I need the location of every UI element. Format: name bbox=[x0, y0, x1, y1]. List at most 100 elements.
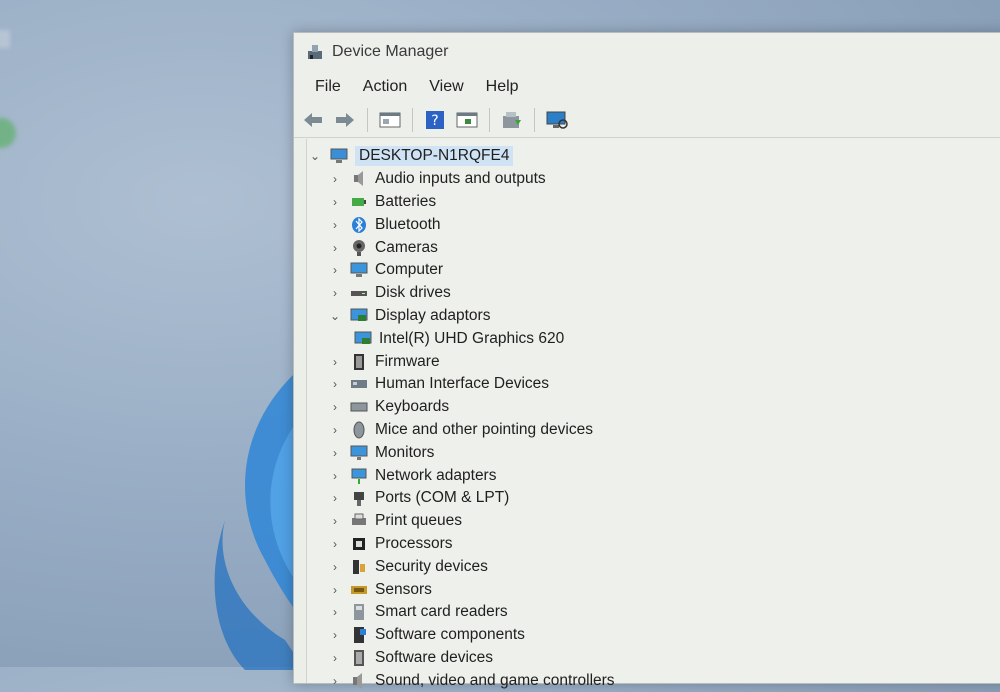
tree-category[interactable]: ⌄ Display adaptors bbox=[307, 305, 1000, 328]
tree-item-label: Security devices bbox=[375, 557, 488, 575]
window-title: Device Manager bbox=[332, 43, 449, 60]
tree-category[interactable]: › Sensors bbox=[307, 578, 1000, 601]
monitor-icon bbox=[349, 444, 369, 462]
device-manager-icon bbox=[308, 45, 322, 59]
network-icon bbox=[349, 467, 369, 485]
tree-category[interactable]: › Software components bbox=[307, 624, 1000, 647]
tree-item-label: Cameras bbox=[375, 238, 438, 256]
chevron-right-icon[interactable]: › bbox=[327, 583, 343, 597]
tree-category[interactable]: › Ports (COM & LPT) bbox=[307, 487, 1000, 510]
chevron-right-icon[interactable]: › bbox=[327, 469, 343, 483]
tree-category[interactable]: › Audio inputs and outputs bbox=[307, 168, 1000, 191]
tree-item-label: Bluetooth bbox=[375, 215, 441, 233]
security-icon bbox=[349, 558, 369, 576]
chevron-right-icon[interactable]: › bbox=[327, 537, 343, 551]
tree-item-label: Sensors bbox=[375, 580, 432, 598]
tree-category[interactable]: › Software devices bbox=[307, 647, 1000, 670]
toolbar-separator bbox=[489, 108, 490, 132]
view-button[interactable] bbox=[454, 107, 480, 133]
chevron-right-icon[interactable]: › bbox=[327, 400, 343, 414]
back-button[interactable] bbox=[300, 107, 326, 133]
view-icon bbox=[456, 112, 478, 128]
toolbar-separator bbox=[367, 108, 368, 132]
chevron-right-icon[interactable]: › bbox=[327, 560, 343, 574]
chevron-right-icon[interactable]: › bbox=[327, 605, 343, 619]
desktop-icon[interactable] bbox=[0, 118, 16, 148]
keyboard-icon bbox=[349, 398, 369, 416]
tree-device-item[interactable]: Intel(R) UHD Graphics 620 bbox=[307, 327, 1000, 350]
chevron-right-icon[interactable]: › bbox=[327, 377, 343, 391]
desktop-icon[interactable] bbox=[0, 30, 10, 48]
software-device-icon bbox=[349, 649, 369, 667]
chevron-right-icon[interactable]: › bbox=[327, 446, 343, 460]
chevron-right-icon[interactable]: › bbox=[327, 628, 343, 642]
camera-icon bbox=[349, 239, 369, 257]
menu-file[interactable]: File bbox=[304, 78, 352, 96]
scan-hardware-icon bbox=[546, 111, 568, 129]
menu-bar: File Action View Help bbox=[294, 71, 1000, 103]
menu-action[interactable]: Action bbox=[352, 78, 418, 96]
scan-hardware-button[interactable] bbox=[544, 107, 570, 133]
tree-category[interactable]: › Mice and other pointing devices bbox=[307, 419, 1000, 442]
computer-root-icon bbox=[329, 147, 349, 165]
chevron-right-icon[interactable]: › bbox=[327, 651, 343, 665]
chevron-right-icon[interactable]: › bbox=[327, 263, 343, 277]
tree-category[interactable]: › Sound, video and game controllers bbox=[307, 669, 1000, 692]
tree-item-label: Processors bbox=[375, 534, 453, 552]
tree-item-label: Batteries bbox=[375, 192, 437, 210]
chevron-right-icon[interactable]: › bbox=[327, 355, 343, 369]
tree-item-label: Software components bbox=[375, 626, 525, 644]
menu-help[interactable]: Help bbox=[475, 78, 530, 96]
tree-category[interactable]: › Cameras bbox=[307, 236, 1000, 259]
tree-category[interactable]: › Network adapters bbox=[307, 464, 1000, 487]
tree-item-label: Intel(R) UHD Graphics 620 bbox=[379, 329, 565, 347]
properties-button[interactable] bbox=[377, 107, 403, 133]
tree-item-label: Network adapters bbox=[375, 466, 497, 484]
menu-view[interactable]: View bbox=[418, 78, 474, 96]
tree-category[interactable]: › Bluetooth bbox=[307, 213, 1000, 236]
back-arrow-icon bbox=[304, 113, 322, 127]
help-button[interactable]: ? bbox=[422, 107, 448, 133]
chevron-down-icon[interactable]: ⌄ bbox=[307, 149, 323, 163]
hid-icon bbox=[349, 375, 369, 393]
chevron-right-icon[interactable]: › bbox=[327, 218, 343, 232]
tree-item-label: Audio inputs and outputs bbox=[375, 170, 546, 188]
tree-item-label: Display adaptors bbox=[375, 306, 491, 324]
update-driver-icon bbox=[503, 112, 521, 128]
tree-item-label: Sound, video and game controllers bbox=[375, 671, 615, 689]
forward-arrow-icon bbox=[336, 113, 354, 127]
tree-item-label: Disk drives bbox=[375, 284, 451, 302]
chevron-right-icon[interactable]: › bbox=[327, 241, 343, 255]
chevron-right-icon[interactable]: › bbox=[327, 195, 343, 209]
tree-category[interactable]: › Keyboards bbox=[307, 396, 1000, 419]
chevron-right-icon[interactable]: › bbox=[327, 514, 343, 528]
tree-category[interactable]: › Monitors bbox=[307, 441, 1000, 464]
chevron-right-icon[interactable]: › bbox=[327, 172, 343, 186]
software-component-icon bbox=[349, 626, 369, 644]
category-list: › Audio inputs and outputs › Batteries › Blue… bbox=[307, 168, 1000, 692]
update-driver-button[interactable] bbox=[499, 107, 525, 133]
firmware-icon bbox=[349, 353, 369, 371]
help-icon: ? bbox=[426, 111, 444, 129]
tree-item-label: Keyboards bbox=[375, 398, 450, 416]
sensor-icon bbox=[349, 581, 369, 599]
disk-icon bbox=[349, 284, 369, 302]
chevron-down-icon[interactable]: ⌄ bbox=[327, 309, 343, 323]
tree-category[interactable]: › Security devices bbox=[307, 555, 1000, 578]
tree-category[interactable]: › Disk drives bbox=[307, 282, 1000, 305]
tree-item-label: Human Interface Devices bbox=[375, 375, 550, 393]
chevron-right-icon[interactable]: › bbox=[327, 423, 343, 437]
tree-category[interactable]: › Batteries bbox=[307, 191, 1000, 214]
chevron-right-icon[interactable]: › bbox=[327, 286, 343, 300]
tree-category[interactable]: › Human Interface Devices bbox=[307, 373, 1000, 396]
forward-button[interactable] bbox=[332, 107, 358, 133]
tree-category[interactable]: › Print queues bbox=[307, 510, 1000, 533]
tree-category[interactable]: › Smart card readers bbox=[307, 601, 1000, 624]
tree-category[interactable]: › Firmware bbox=[307, 350, 1000, 373]
tree-root[interactable]: ⌄ DESKTOP-N1RQFE4 bbox=[307, 145, 1000, 168]
bluetooth-icon bbox=[349, 216, 369, 234]
tree-category[interactable]: › Computer bbox=[307, 259, 1000, 282]
tree-category[interactable]: › Processors bbox=[307, 533, 1000, 556]
chevron-right-icon[interactable]: › bbox=[327, 674, 343, 688]
chevron-right-icon[interactable]: › bbox=[327, 491, 343, 505]
